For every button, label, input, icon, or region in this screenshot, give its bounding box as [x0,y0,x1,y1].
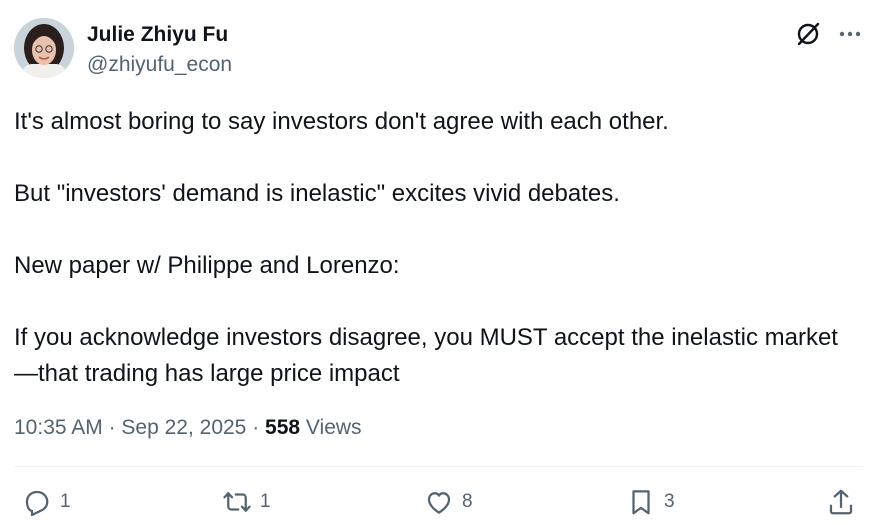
tweet-time[interactable]: 10:35 AM [14,416,103,439]
reply-count: 1 [60,491,71,512]
reply-button[interactable]: 1 [22,486,71,518]
tweet-date[interactable]: Sep 22, 2025 [121,416,246,439]
repost-icon [223,492,251,512]
tweet-paragraph: It's almost boring to say investors don'… [14,108,669,135]
like-count: 8 [462,491,473,512]
divider [14,466,863,467]
repost-button[interactable]: 1 [222,486,271,518]
bookmark-icon [632,490,650,515]
reply-icon [25,490,49,517]
like-button[interactable]: 8 [424,486,473,518]
author-handle[interactable]: @zhiyufu_econ [87,53,232,77]
views-count: 558 [265,416,301,439]
tweet-card: Julie Zhiyu Fu @zhiyufu_econ It's almost… [0,0,877,525]
meta-separator: · [246,416,266,439]
avatar[interactable] [14,18,74,78]
tweet-text: It's almost boring to say investors don'… [14,104,854,392]
share-button[interactable] [826,486,856,518]
repost-count: 1 [260,491,271,512]
share-icon [829,489,853,515]
tweet-paragraph: New paper w/ Philippe and Lorenzo: [14,252,400,279]
bookmark-count: 3 [664,491,675,512]
views-label: Views [305,416,362,439]
heart-icon [427,492,451,514]
tweet-paragraph: If you acknowledge investors disagree, y… [14,324,838,387]
grok-icon[interactable] [794,20,822,48]
tweet-meta: 10:35 AM · Sep 22, 2025 · 558 Views [14,414,362,442]
author-name[interactable]: Julie Zhiyu Fu [87,23,228,47]
bookmark-button[interactable]: 3 [626,486,675,518]
meta-separator: · [102,416,122,439]
tweet-paragraph: But "investors' demand is inelastic" exc… [14,180,620,207]
more-icon[interactable] [836,20,864,48]
